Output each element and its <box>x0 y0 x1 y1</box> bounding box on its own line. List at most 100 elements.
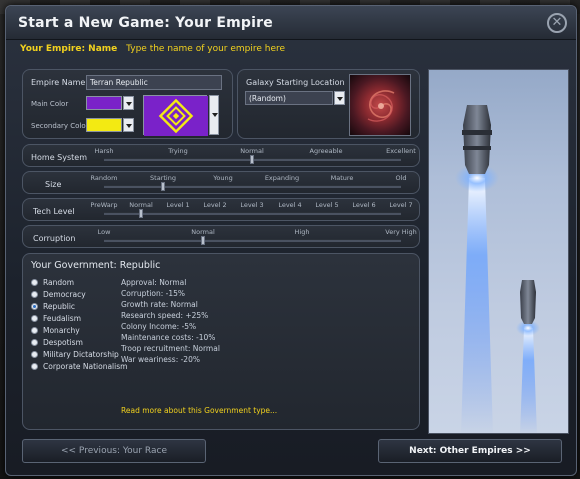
government-stat: Corruption: -15% <box>121 289 186 298</box>
government-option-label: Republic <box>43 302 76 311</box>
government-stat: Research speed: +25% <box>121 311 209 320</box>
empire-name-hint: Type the name of your empire here <box>126 44 286 54</box>
tick-label: Mature <box>330 174 354 182</box>
radio-icon <box>31 339 38 346</box>
size-label: Size <box>45 180 62 189</box>
empire-panel: Empire Name Terran Republic Main Color S… <box>22 69 233 139</box>
government-option-label: Despotism <box>43 338 83 347</box>
main-color-label: Main Color <box>31 100 69 108</box>
government-stat: Maintenance costs: -10% <box>121 333 216 342</box>
tick-label: High <box>294 228 310 236</box>
home-system-panel: Home System Harsh Trying Normal Agreeabl… <box>22 144 420 167</box>
tick-label: Low <box>97 228 111 236</box>
galaxy-location-select[interactable]: (Random) <box>245 91 333 105</box>
tick-label: Level 4 <box>278 201 302 209</box>
tick-label: Level 3 <box>240 201 264 209</box>
tick-label: Agreeable <box>309 147 343 155</box>
government-stat: Growth rate: Normal <box>121 300 198 309</box>
tick-label: Starting <box>150 174 176 182</box>
spaceship-art-icon <box>455 105 540 433</box>
secondary-color-swatch[interactable] <box>86 118 122 132</box>
tick-label: PreWarp <box>90 201 118 209</box>
home-system-label: Home System <box>31 153 87 162</box>
main-color-dropdown[interactable] <box>123 96 134 110</box>
government-option-monarchy[interactable]: Monarchy <box>31 326 80 335</box>
spiral-galaxy-icon <box>367 90 395 122</box>
empire-name-heading: Your Empire: Name <box>20 44 118 54</box>
radio-icon <box>31 351 38 358</box>
government-option-label: Feudalism <box>43 314 82 323</box>
government-stat: Troop recruitment: Normal <box>121 344 220 353</box>
radio-icon <box>31 363 38 370</box>
government-option-label: Military Dictatorship <box>43 350 119 359</box>
radio-selected-icon <box>31 303 38 310</box>
galaxy-location-dropdown[interactable] <box>334 91 345 105</box>
tick-label: Level 7 <box>389 201 413 209</box>
corruption-label: Corruption <box>33 234 76 243</box>
government-stat: Colony Income: -5% <box>121 322 197 331</box>
government-option-random[interactable]: Random <box>31 278 74 287</box>
tick-label: Level 1 <box>166 201 190 209</box>
tech-level-slider-thumb[interactable] <box>139 209 143 218</box>
previous-button[interactable]: << Previous: Your Race <box>22 439 206 463</box>
government-option-corporate-nationalism[interactable]: Corporate Nationalism <box>31 362 127 371</box>
tick-label: Trying <box>168 147 188 155</box>
empire-flag[interactable] <box>143 95 208 136</box>
government-option-label: Monarchy <box>43 326 80 335</box>
government-title: Your Government: Republic <box>31 260 161 271</box>
government-option-label: Democracy <box>43 290 86 299</box>
empire-name-label: Empire Name <box>31 78 86 87</box>
tech-level-panel: Tech Level PreWarp Normal Level 1 Level … <box>22 198 420 221</box>
tick-label: Level 2 <box>203 201 227 209</box>
tick-label: Level 5 <box>315 201 339 209</box>
main-color-swatch[interactable] <box>86 96 122 110</box>
flag-dropdown[interactable] <box>209 95 219 135</box>
tech-level-slider-track[interactable] <box>104 212 401 215</box>
tick-label: Normal <box>240 147 264 155</box>
size-slider-track[interactable] <box>104 185 401 188</box>
size-slider-thumb[interactable] <box>161 182 165 191</box>
tick-label: Expanding <box>264 174 300 182</box>
read-more-link[interactable]: Read more about this Government type... <box>121 406 277 415</box>
tech-level-label: Tech Level <box>33 207 75 216</box>
tick-label: Normal <box>129 201 153 209</box>
galaxy-panel: Galaxy Starting Location (Random) <box>237 69 420 139</box>
flag-emblem-icon <box>144 96 208 136</box>
radio-icon <box>31 315 38 322</box>
dialog-title: Start a New Game: Your Empire <box>18 15 273 31</box>
government-option-despotism[interactable]: Despotism <box>31 338 83 347</box>
government-option-label: Random <box>43 278 75 287</box>
tick-label: Young <box>213 174 233 182</box>
government-option-democracy[interactable]: Democracy <box>31 290 86 299</box>
dialog-window: Start a New Game: Your Empire ✕ Your Emp… <box>5 5 577 476</box>
empire-name-field[interactable]: Terran Republic <box>86 75 222 90</box>
close-button[interactable]: ✕ <box>547 13 567 33</box>
size-panel: Size Random Starting Young Expanding Mat… <box>22 171 420 194</box>
galaxy-location-label: Galaxy Starting Location <box>246 78 345 87</box>
government-option-military-dictatorship[interactable]: Military Dictatorship <box>31 350 119 359</box>
secondary-color-label: Secondary Color <box>31 122 89 130</box>
corruption-panel: Corruption Low Normal High Very High <box>22 225 420 248</box>
home-system-slider-thumb[interactable] <box>250 155 254 164</box>
government-option-republic[interactable]: Republic <box>31 302 75 311</box>
race-artwork-image <box>428 69 569 434</box>
government-option-feudalism[interactable]: Feudalism <box>31 314 81 323</box>
radio-icon <box>31 291 38 298</box>
radio-icon <box>31 279 38 286</box>
empire-name-instruction: Your Empire: Name Type the name of your … <box>20 44 285 54</box>
title-bar: Start a New Game: Your Empire ✕ <box>6 6 576 40</box>
tick-label: Harsh <box>94 147 114 155</box>
tick-label: Old <box>395 174 407 182</box>
tick-label: Normal <box>191 228 215 236</box>
government-stat: Approval: Normal <box>121 278 187 287</box>
government-panel: Your Government: Republic Random Democra… <box>22 253 420 430</box>
tick-label: Random <box>90 174 118 182</box>
corruption-slider-track[interactable] <box>104 239 401 242</box>
government-stat: War weariness: -20% <box>121 355 200 364</box>
corruption-slider-thumb[interactable] <box>201 236 205 245</box>
tick-label: Level 6 <box>352 201 376 209</box>
next-button[interactable]: Next: Other Empires >> <box>378 439 562 463</box>
close-icon: ✕ <box>551 15 563 30</box>
secondary-color-dropdown[interactable] <box>123 118 134 132</box>
tick-label: Excellent <box>386 147 416 155</box>
